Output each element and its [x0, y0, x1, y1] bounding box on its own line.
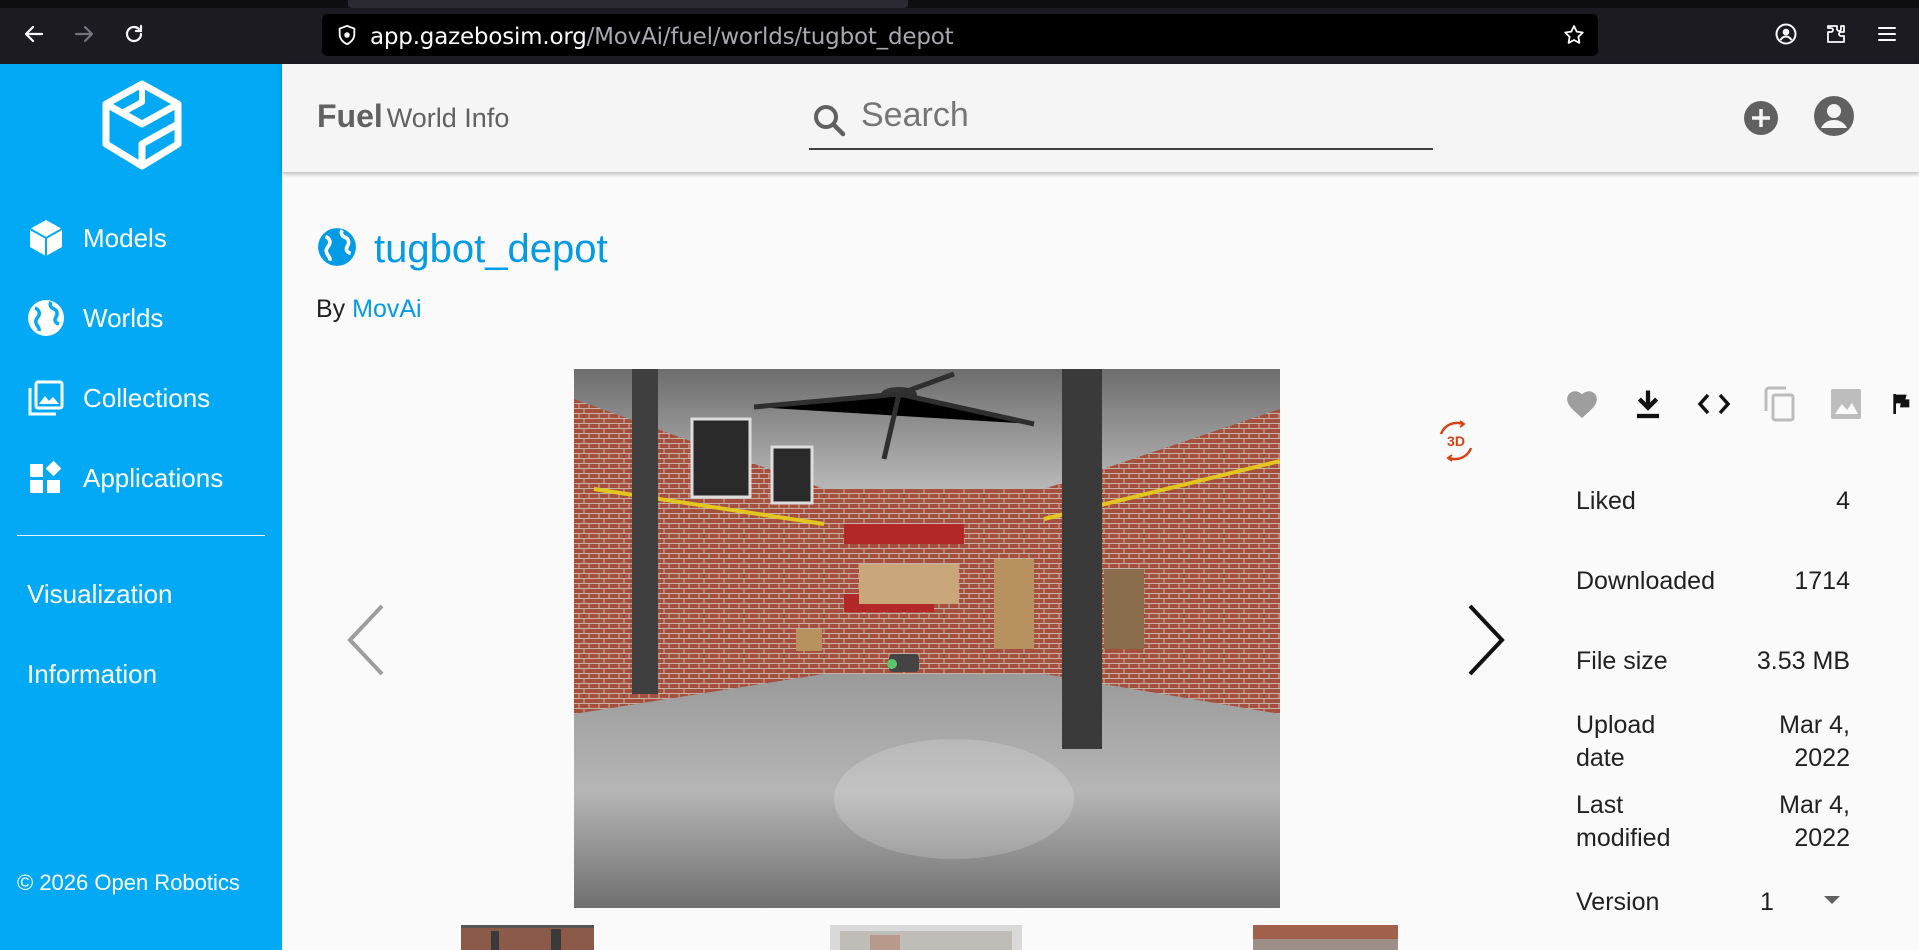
next-image-button[interactable]: [1460, 600, 1510, 680]
code-icon[interactable]: [1694, 384, 1734, 424]
info-value: 3.53 MB: [1756, 647, 1850, 675]
info-value: 4: [1836, 487, 1850, 515]
active-tab[interactable]: [348, 0, 908, 8]
tab-strip: [0, 0, 1919, 8]
copy-icon[interactable]: [1760, 384, 1800, 424]
info-row-last-modified: Last modified Mar 4, 2022: [1576, 789, 1850, 855]
search-placeholder: Search: [861, 96, 969, 134]
bookmark-star-icon[interactable]: [1562, 23, 1586, 52]
search-input[interactable]: Search: [809, 86, 1433, 150]
sidebar-item-label: Applications: [83, 462, 224, 493]
add-button[interactable]: [1742, 99, 1780, 137]
info-row-version: Version: [1576, 886, 1850, 919]
info-label: Last modified: [1576, 789, 1671, 855]
address-bar[interactable]: app.gazebosim.org/MovAi/fuel/worlds/tugb…: [322, 14, 1598, 56]
info-value: 1714: [1794, 567, 1850, 595]
like-icon[interactable]: [1562, 384, 1602, 424]
sidebar-item-collections[interactable]: Collections: [0, 368, 282, 428]
owner-byline: By MovAi: [316, 295, 422, 324]
chevron-down-icon[interactable]: [1824, 896, 1840, 904]
back-arrow-icon[interactable]: [20, 20, 48, 48]
info-label: Downloaded: [1576, 567, 1715, 595]
info-row-downloaded: Downloaded 1714: [1576, 565, 1850, 598]
info-value-line: Mar 4,: [1779, 791, 1850, 819]
account-icon[interactable]: [1772, 20, 1800, 48]
brand-name: Fuel: [317, 98, 383, 134]
gazebo-logo-icon[interactable]: [100, 80, 184, 170]
image-icon[interactable]: [1826, 384, 1866, 424]
sidebar-divider: [17, 535, 265, 536]
shield-icon[interactable]: [336, 24, 358, 51]
info-value-line: 2022: [1794, 744, 1850, 772]
app-header: Fuel World Info Search: [282, 64, 1919, 172]
sidebar-item-label: Collections: [83, 382, 211, 413]
globe-icon: [316, 226, 358, 273]
view-3d-button[interactable]: 3D: [1433, 418, 1479, 464]
url-text[interactable]: app.gazebosim.org/MovAi/fuel/worlds/tugb…: [370, 24, 954, 50]
user-account-icon[interactable]: [1812, 94, 1856, 138]
flag-icon[interactable]: [1892, 384, 1912, 424]
search-icon: [811, 102, 847, 143]
forward-arrow-icon[interactable]: [70, 20, 98, 48]
sidebar-item-information[interactable]: Information: [27, 659, 157, 690]
sidebar-item-label: Models: [83, 222, 167, 253]
extensions-icon[interactable]: [1822, 20, 1850, 48]
info-row-liked: Liked 4: [1576, 485, 1850, 518]
sidebar-item-label: Worlds: [83, 302, 164, 333]
apps-icon: [26, 458, 66, 498]
thumbnail-1[interactable]: [461, 925, 594, 950]
version-select[interactable]: 1: [1760, 886, 1774, 919]
page-subtitle: World Info: [386, 103, 510, 133]
info-label: Upload date: [1576, 709, 1655, 775]
info-label-line: Upload: [1576, 711, 1656, 739]
badge-3d-label: 3D: [1447, 433, 1465, 449]
collections-icon: [26, 378, 66, 418]
info-label-line: Last: [1576, 791, 1624, 819]
copyright-footer: © 2026 Open Robotics: [17, 870, 240, 895]
world-title: tugbot_depot: [316, 226, 608, 273]
previous-image-button[interactable]: [342, 600, 392, 680]
download-icon[interactable]: [1628, 384, 1668, 424]
info-label-line: modified: [1576, 824, 1671, 852]
thumbnail-3[interactable]: [1253, 925, 1398, 950]
info-value: Mar 4, 2022: [1779, 789, 1850, 855]
info-value: Mar 4, 2022: [1779, 709, 1850, 775]
info-row-file-size: File size 3.53 MB: [1576, 645, 1850, 678]
sidebar-item-worlds[interactable]: Worlds: [0, 288, 282, 348]
info-label: File size: [1576, 647, 1668, 675]
info-label-line: date: [1576, 744, 1625, 772]
page-title: tugbot_depot: [374, 227, 608, 271]
sidebar-item-models[interactable]: Models: [0, 208, 282, 268]
menu-icon[interactable]: [1873, 20, 1901, 48]
info-value-line: 2022: [1794, 824, 1850, 852]
sidebar-item-visualization[interactable]: Visualization: [27, 579, 173, 610]
cube-icon: [26, 218, 66, 258]
info-label: Liked: [1576, 487, 1636, 515]
globe-icon: [26, 298, 66, 338]
by-label: By: [316, 295, 346, 323]
sidebar: Models Worlds Collections Applications V…: [0, 64, 282, 950]
reload-icon[interactable]: [120, 20, 148, 48]
sidebar-item-applications[interactable]: Applications: [0, 448, 282, 508]
info-value-line: Mar 4,: [1779, 711, 1850, 739]
owner-link[interactable]: MovAi: [352, 295, 421, 323]
world-preview-image: [574, 369, 1280, 908]
browser-toolbar: app.gazebosim.org/MovAi/fuel/worlds/tugb…: [0, 0, 1919, 64]
thumbnail-2[interactable]: [830, 925, 1022, 950]
brand-title[interactable]: Fuel World Info: [317, 98, 509, 135]
info-row-upload-date: Upload date Mar 4, 2022: [1576, 709, 1850, 775]
info-label: Version: [1576, 888, 1660, 916]
